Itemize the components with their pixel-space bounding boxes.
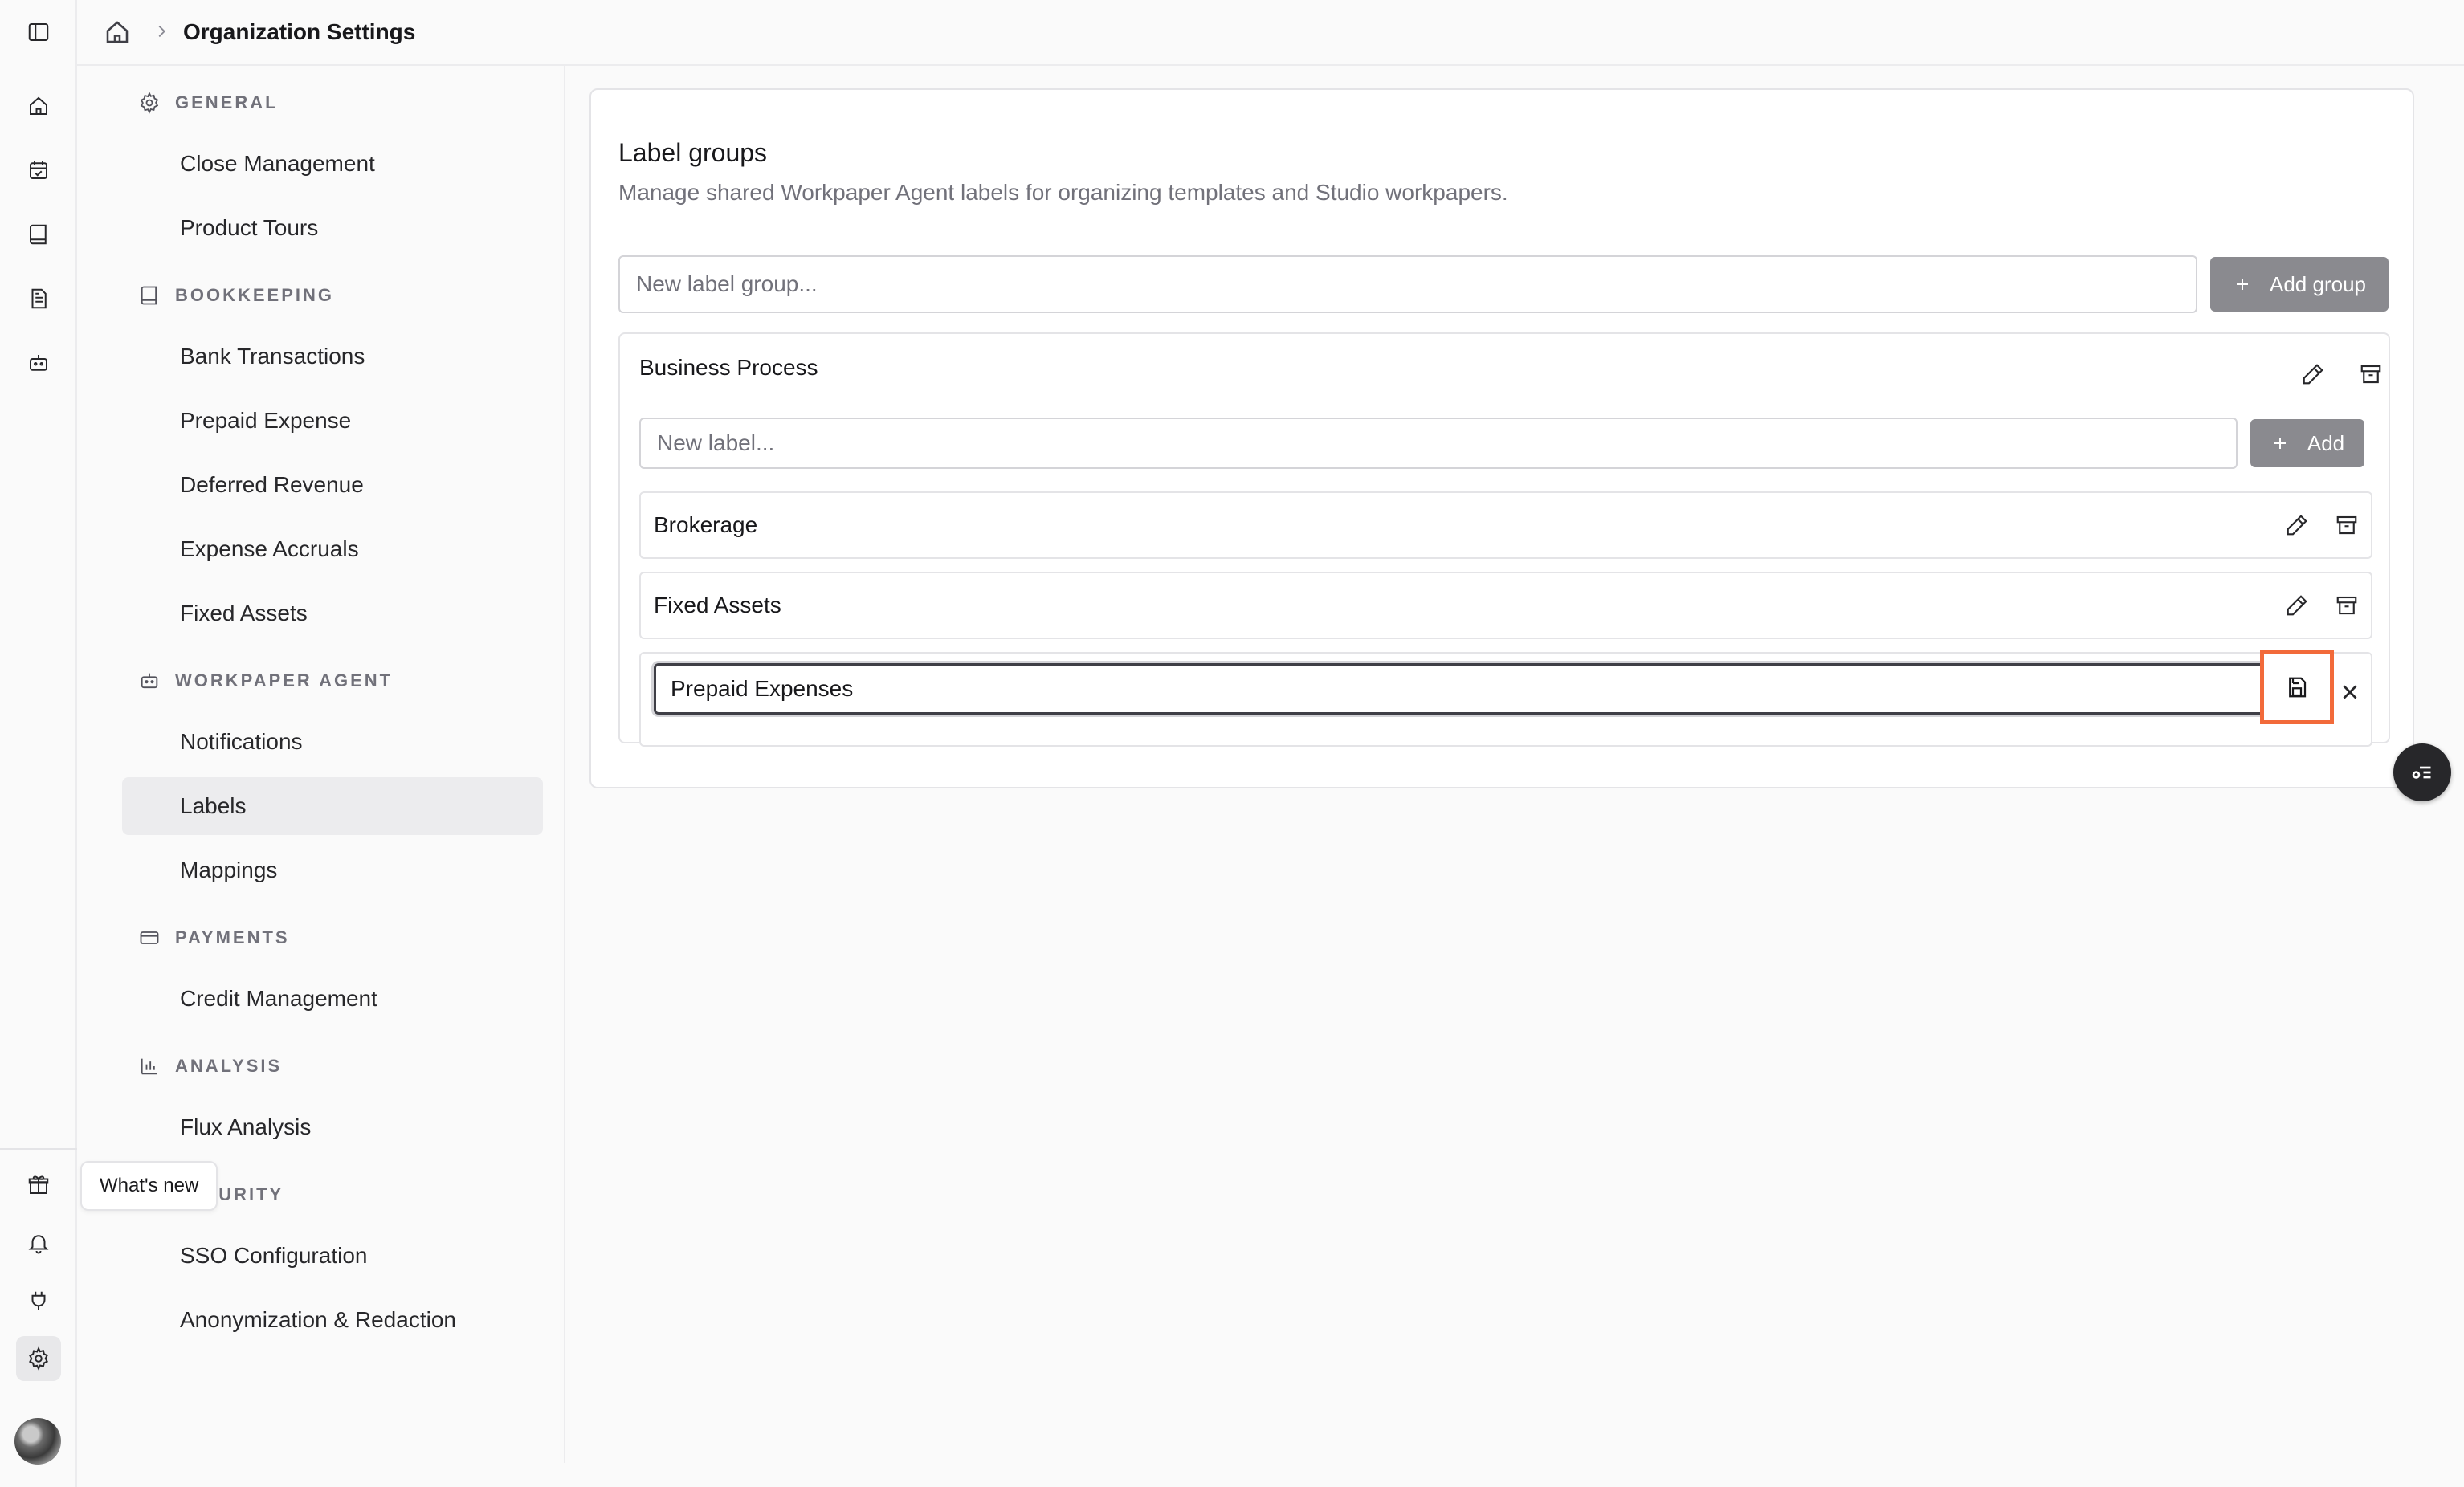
plus-icon	[2270, 434, 2290, 453]
edit-label-pencil-icon[interactable]	[2276, 504, 2318, 546]
section-bookkeeping: BOOKKEEPING	[138, 281, 334, 310]
label-group: Business Process Add Brokerage Fixed Ass…	[618, 332, 2392, 747]
card-title: Label groups	[618, 138, 768, 167]
credit-card-icon	[138, 927, 161, 949]
page-title: Organization Settings	[183, 19, 416, 44]
label-row: Brokerage	[639, 491, 2372, 559]
label-name: Fixed Assets	[654, 593, 781, 617]
whats-new-tooltip: What's new	[80, 1161, 218, 1211]
nav-item-bank-transactions[interactable]: Bank Transactions	[122, 328, 543, 385]
nav-item-sso-configuration[interactable]: SSO Configuration	[122, 1227, 543, 1285]
nav-item-flux-analysis[interactable]: Flux Analysis	[122, 1098, 543, 1156]
app-rail	[0, 0, 77, 1487]
book-icon	[138, 284, 161, 307]
section-general: GENERAL	[138, 88, 279, 117]
nav-item-deferred-revenue[interactable]: Deferred Revenue	[122, 456, 543, 514]
save-icon	[2285, 675, 2309, 699]
section-workpaper-agent: WORKPAPER AGENT	[138, 666, 393, 695]
section-payments: PAYMENTS	[138, 923, 290, 952]
nav-item-notifications[interactable]: Notifications	[122, 713, 543, 771]
card-subtitle: Manage shared Workpaper Agent labels for…	[618, 180, 1508, 205]
section-title: PAYMENTS	[175, 927, 290, 947]
bot-icon	[138, 670, 161, 692]
add-group-label: Add group	[2270, 271, 2366, 296]
archive-group-icon[interactable]	[2350, 353, 2392, 395]
section-title: WORKPAPER AGENT	[175, 670, 394, 691]
plug-icon[interactable]	[16, 1278, 61, 1323]
nav-item-anonymization-redaction[interactable]: Anonymization & Redaction	[122, 1291, 543, 1349]
edit-label-input[interactable]	[654, 663, 2270, 715]
edit-group-pencil-icon[interactable]	[2292, 353, 2334, 395]
gift-icon[interactable]	[16, 1163, 61, 1208]
add-label-button[interactable]: Add	[2250, 419, 2364, 467]
nav-item-mappings[interactable]: Mappings	[122, 841, 543, 899]
section-title: GENERAL	[175, 92, 279, 112]
label-name: Brokerage	[654, 512, 758, 537]
section-title: BOOKKEEPING	[175, 285, 335, 305]
section-title: ANALYSIS	[175, 1056, 283, 1076]
settings-nav: GENERAL Close Management Product Tours B…	[104, 66, 565, 1463]
breadcrumb-home-icon[interactable]	[103, 18, 132, 47]
add-label-text: Add	[2307, 430, 2345, 455]
bot-icon[interactable]	[16, 340, 61, 385]
gear-icon	[138, 92, 161, 114]
add-group-button[interactable]: Add group	[2210, 257, 2389, 312]
archive-label-icon[interactable]	[2326, 585, 2368, 626]
new-label-input[interactable]	[639, 418, 2238, 469]
section-analysis: ANALYSIS	[138, 1052, 282, 1081]
bell-icon[interactable]	[16, 1220, 61, 1265]
nav-item-prepaid-expense[interactable]: Prepaid Expense	[122, 392, 543, 450]
calendar-check-icon[interactable]	[16, 148, 61, 193]
save-label-button[interactable]	[2260, 650, 2334, 724]
nav-item-credit-management[interactable]: Credit Management	[122, 970, 543, 1028]
sidebar-toggle-icon[interactable]	[16, 10, 61, 55]
label-groups-card: Label groups Manage shared Workpaper Age…	[589, 88, 2414, 788]
archive-label-icon[interactable]	[2326, 504, 2368, 546]
label-row-editing	[639, 650, 2372, 747]
close-icon[interactable]	[2329, 671, 2371, 713]
new-label-group-input[interactable]	[618, 255, 2197, 313]
nav-item-expense-accruals[interactable]: Expense Accruals	[122, 520, 543, 578]
document-icon[interactable]	[16, 276, 61, 321]
home-icon[interactable]	[16, 84, 61, 128]
nav-item-product-tours[interactable]: Product Tours	[122, 199, 543, 257]
label-row: Fixed Assets	[639, 572, 2372, 639]
bar-chart-icon	[138, 1055, 161, 1078]
avatar[interactable]	[14, 1418, 61, 1465]
gear-icon[interactable]	[16, 1336, 61, 1381]
nav-item-labels[interactable]: Labels	[122, 777, 543, 835]
breadcrumb: Organization Settings	[77, 0, 2464, 66]
plus-icon	[2233, 275, 2252, 294]
book-icon[interactable]	[16, 212, 61, 257]
assistant-fab-icon[interactable]	[2393, 744, 2451, 801]
chevron-right-icon	[153, 22, 170, 40]
nav-item-close-management[interactable]: Close Management	[122, 135, 543, 193]
nav-item-fixed-assets[interactable]: Fixed Assets	[122, 585, 543, 642]
edit-label-pencil-icon[interactable]	[2276, 585, 2318, 626]
group-name: Business Process	[639, 355, 818, 380]
